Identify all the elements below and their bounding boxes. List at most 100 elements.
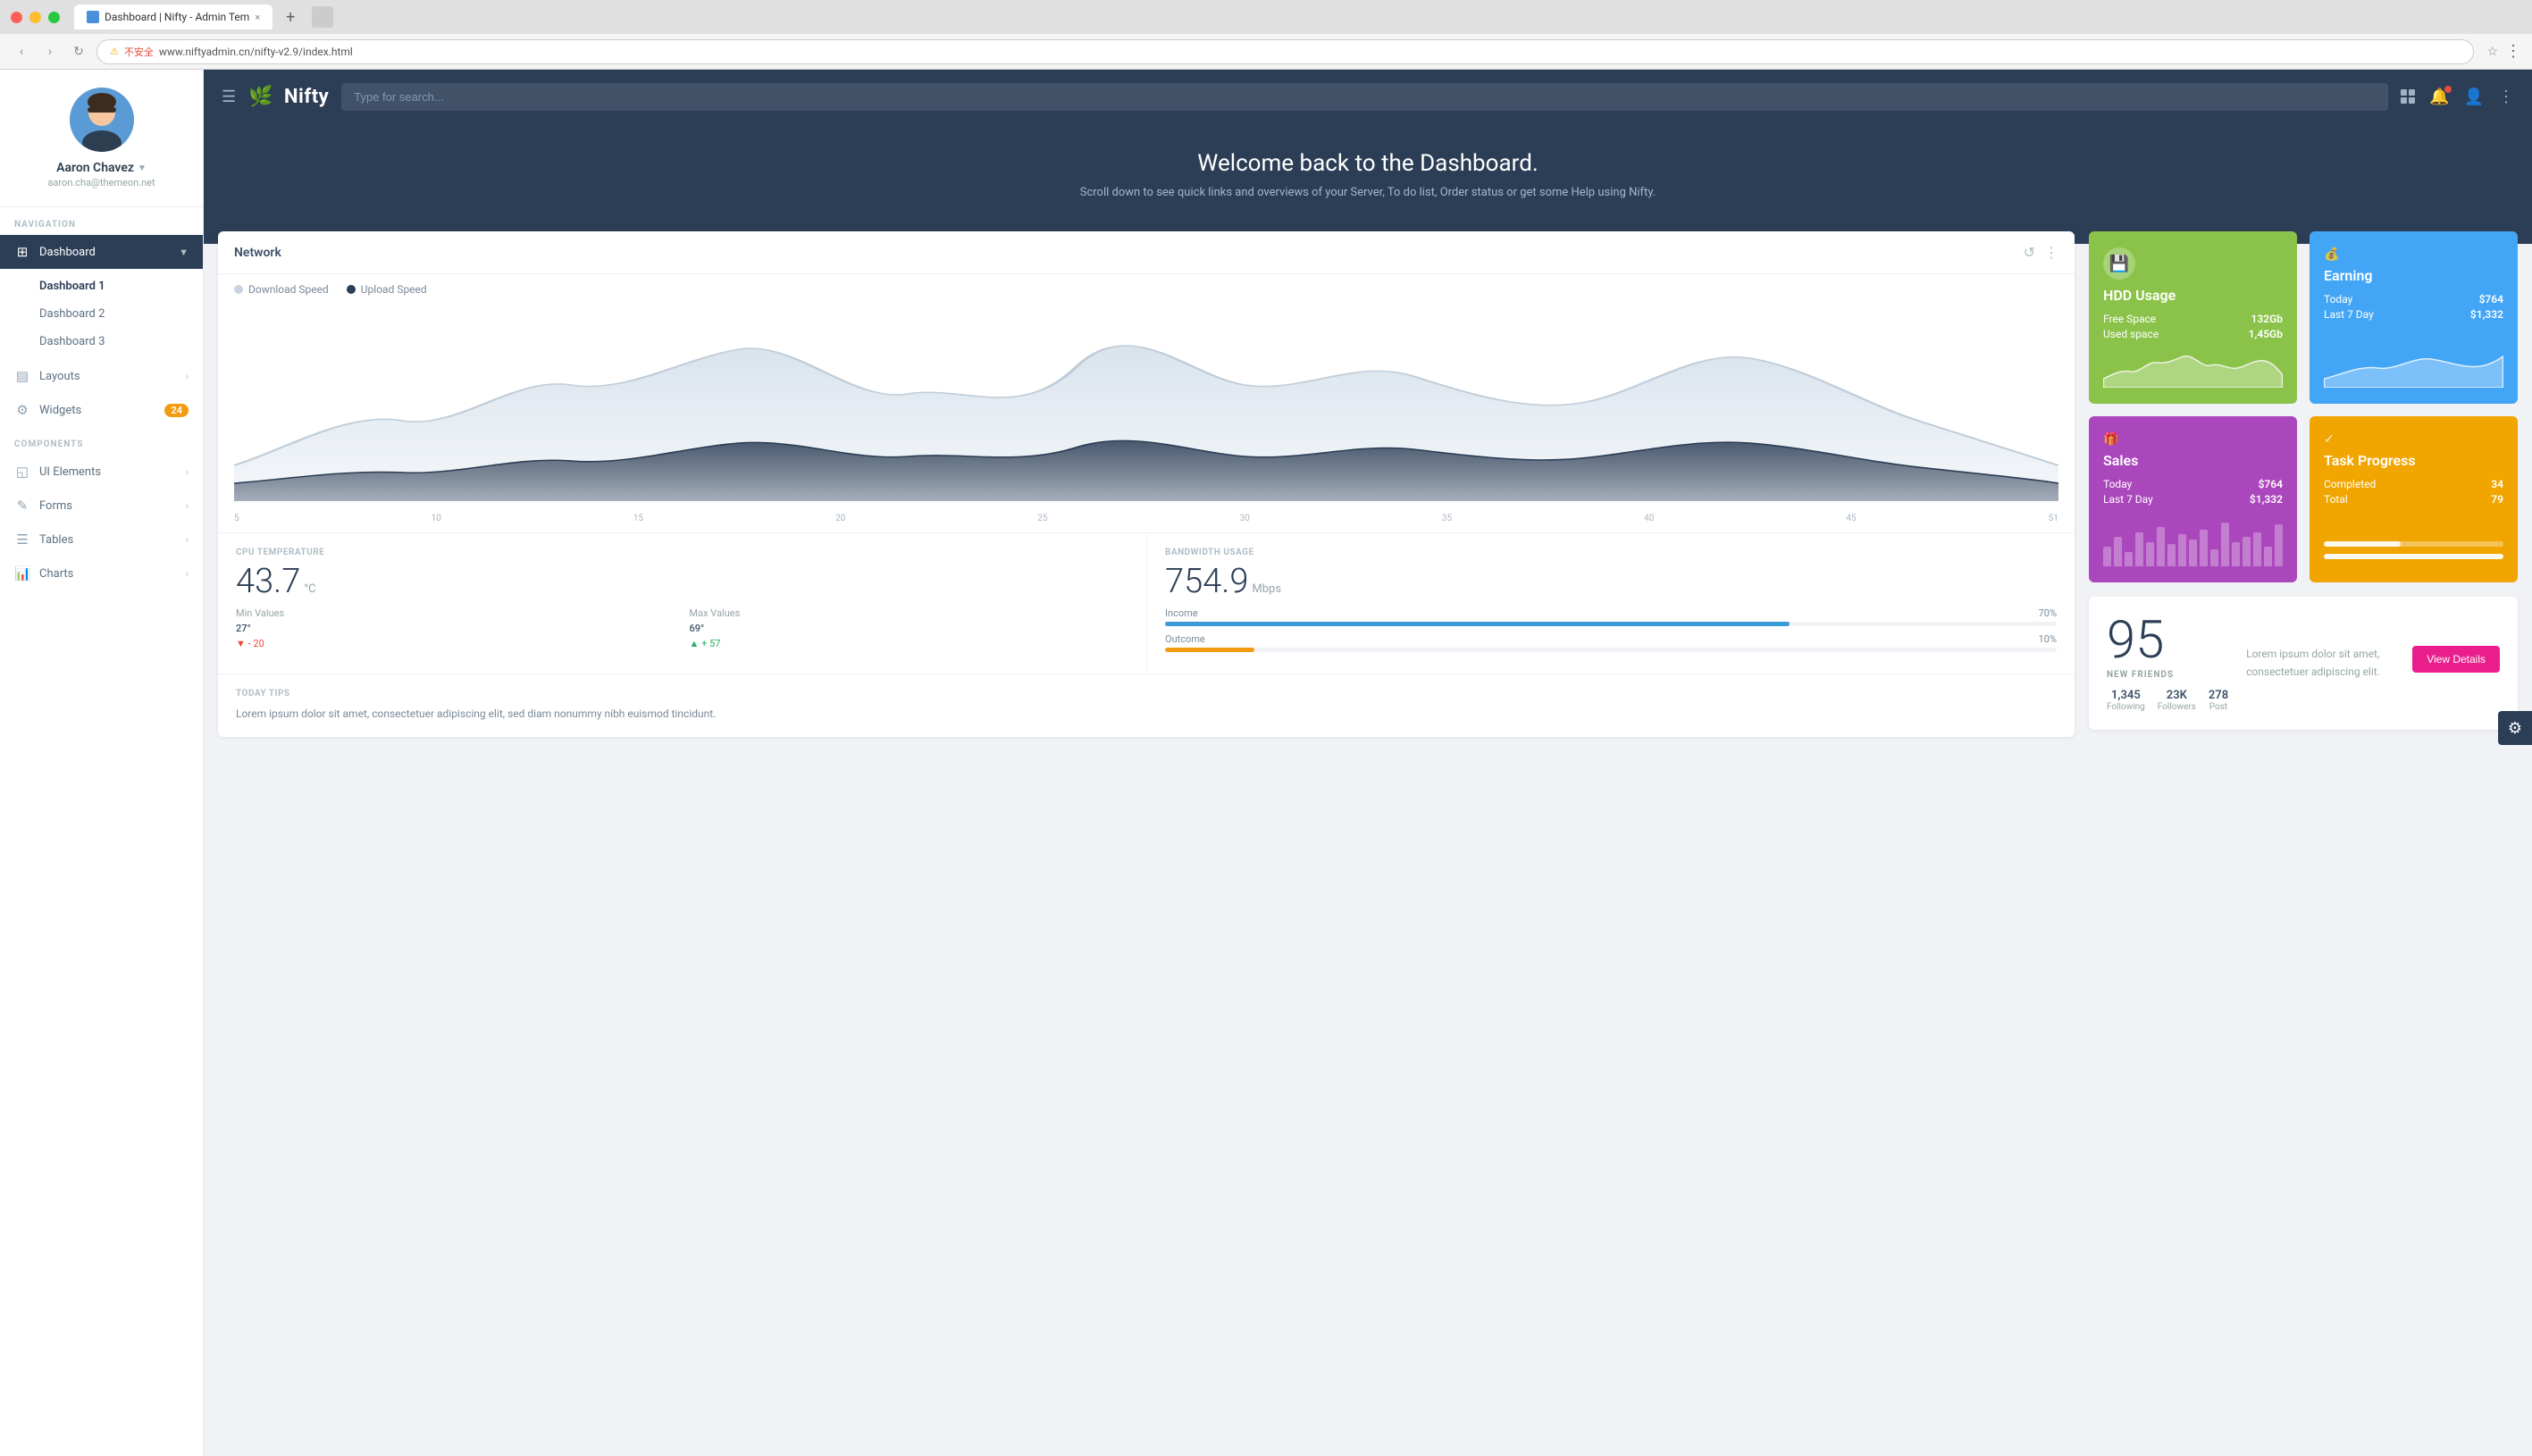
- nav-item-forms[interactable]: ✎ Forms ›: [0, 489, 203, 523]
- card-actions: ↺ ⋮: [2024, 244, 2058, 261]
- nav-sub-dashboard3[interactable]: Dashboard 3: [0, 328, 203, 356]
- right-column: 💾 HDD Usage Free Space 132Gb Used space …: [2089, 231, 2518, 737]
- nav-item-dashboard[interactable]: ⊞ Dashboard ▼: [0, 235, 203, 269]
- nav-item-charts[interactable]: 📊 Charts ›: [0, 556, 203, 590]
- nav-label-charts: Charts: [39, 567, 177, 581]
- outcome-label: Outcome: [1165, 633, 1205, 645]
- bar-2: [2114, 537, 2122, 566]
- stats-row: CPU TEMPERATURE 43.7 °C Min Values Max V…: [218, 532, 2075, 674]
- chart-label-45: 45: [1846, 514, 1856, 523]
- sales-week-label: Last 7 Day: [2103, 493, 2153, 506]
- task-completed-row: Completed 34: [2324, 478, 2503, 490]
- chart-label-20: 20: [835, 514, 845, 523]
- charts-arrow-icon: ›: [186, 568, 189, 580]
- chart-label-51: 51: [2049, 514, 2058, 523]
- view-details-button[interactable]: View Details: [2412, 646, 2500, 673]
- chart-label-30: 30: [1240, 514, 1250, 523]
- browser-minimize-dot[interactable]: [29, 12, 41, 23]
- user-profile-icon[interactable]: 👤: [2464, 88, 2484, 106]
- bandwidth-label: BANDWIDTH USAGE: [1165, 548, 2057, 557]
- search-input[interactable]: [341, 83, 2388, 111]
- following-val: 1,345: [2107, 689, 2145, 702]
- nav-label-layouts: Layouts: [39, 370, 177, 383]
- cpu-max-val: 69°: [690, 623, 1129, 634]
- bar-1: [2103, 547, 2111, 566]
- social-desc-section: Lorem ipsum dolor sit amet, consectetuer…: [2246, 646, 2398, 680]
- components-section-label: COMPONENTS: [0, 427, 203, 455]
- sales-today-val: $764: [2259, 478, 2283, 490]
- tab-close-button[interactable]: ×: [255, 12, 260, 23]
- chart-label-35: 35: [1442, 514, 1452, 523]
- notification-bell-icon[interactable]: 🔔: [2429, 88, 2449, 106]
- nav-item-ui-elements[interactable]: ◱ UI Elements ›: [0, 455, 203, 489]
- new-tab-button[interactable]: +: [280, 6, 301, 28]
- app-logo: 🌿 Nifty: [248, 86, 329, 108]
- grid-view-icon[interactable]: [2401, 89, 2415, 104]
- income-label-row: Income 70%: [1165, 607, 2057, 619]
- hdd-free-row: Free Space 132Gb: [2103, 313, 2283, 325]
- browser-maximize-dot[interactable]: [48, 12, 60, 23]
- user-profile-section: Aaron Chavez ▼ aaron.cha@themeon.net: [0, 70, 203, 207]
- tab-favicon: [87, 11, 99, 23]
- forward-button[interactable]: ›: [39, 41, 61, 63]
- upload-legend-item: Upload Speed: [347, 283, 427, 296]
- social-number-section: 95 NEW FRIENDS 1,345 Following 23K Follo…: [2107, 615, 2228, 712]
- browser-menu-icon[interactable]: ⋮: [2505, 42, 2521, 61]
- income-label: Income: [1165, 607, 1198, 619]
- task-total-bar-fill: [2324, 554, 2503, 559]
- bookmark-star-icon[interactable]: ☆: [2486, 45, 2498, 59]
- more-menu-icon[interactable]: ⋮: [2498, 88, 2514, 106]
- nav-section-label: NAVIGATION: [0, 207, 203, 235]
- nav-label-tables: Tables: [39, 533, 177, 547]
- nav-sub-dashboard1[interactable]: Dashboard 1: [0, 272, 203, 300]
- refresh-icon[interactable]: ↺: [2024, 244, 2035, 261]
- cpu-unit: °C: [304, 582, 315, 596]
- outcome-bar-background: [1165, 648, 2057, 652]
- tab-thumbnail: [312, 6, 333, 28]
- outcome-bar-row: Outcome 10%: [1165, 633, 2057, 652]
- more-options-icon[interactable]: ⋮: [2044, 244, 2058, 261]
- browser-close-dot[interactable]: [11, 12, 22, 23]
- settings-gear-button[interactable]: ⚙: [2498, 711, 2532, 745]
- bar-7: [2167, 544, 2176, 566]
- social-card: 95 NEW FRIENDS 1,345 Following 23K Follo…: [2089, 597, 2518, 730]
- task-top: ✓ Task Progress Completed 34 Total 79: [2324, 432, 2503, 508]
- nav-item-widgets[interactable]: ⚙ Widgets 24: [0, 393, 203, 427]
- network-chart-area: [218, 305, 2075, 514]
- hdd-used-label: Used space: [2103, 328, 2159, 340]
- sidebar: Aaron Chavez ▼ aaron.cha@themeon.net NAV…: [0, 70, 204, 1456]
- browser-tab[interactable]: Dashboard | Nifty - Admin Tem ×: [74, 4, 272, 29]
- nav-sub-dashboard2[interactable]: Dashboard 2: [0, 300, 203, 328]
- cpu-min-val: 27°: [236, 623, 675, 634]
- ui-elements-icon: ◱: [14, 464, 30, 480]
- forms-arrow-icon: ›: [186, 500, 189, 512]
- reload-button[interactable]: ↻: [68, 41, 89, 63]
- nav-item-tables[interactable]: ☰ Tables ›: [0, 523, 203, 556]
- address-bar[interactable]: ⚠ 不安全 www.niftyadmin.cn/nifty-v2.9/index…: [96, 39, 2474, 64]
- task-widget: ✓ Task Progress Completed 34 Total 79: [2310, 416, 2518, 582]
- bar-5: [2146, 542, 2154, 567]
- chart-label-40: 40: [1644, 514, 1654, 523]
- cpu-value-row: 43.7 °C: [236, 565, 1128, 598]
- nav-item-layouts[interactable]: ▤ Layouts ›: [0, 359, 203, 393]
- social-number: 95: [2107, 615, 2228, 666]
- upload-legend-dot: [347, 285, 356, 294]
- chart-x-labels: 5 10 15 20 25 30 35 40 45 51: [218, 514, 2075, 532]
- today-tips-label: TODAY TIPS: [236, 689, 2057, 699]
- bar-9: [2189, 540, 2197, 566]
- bar-13: [2232, 542, 2240, 567]
- bandwidth-value: 754.9: [1165, 565, 1248, 598]
- income-bar-fill: [1165, 622, 1790, 626]
- hamburger-menu-icon[interactable]: ☰: [222, 88, 236, 106]
- dashboard-submenu: Dashboard 1 Dashboard 2 Dashboard 3: [0, 269, 203, 359]
- browser-toolbar: ‹ › ↻ ⚠ 不安全 www.niftyadmin.cn/nifty-v2.9…: [0, 34, 2532, 70]
- task-completed-val: 34: [2491, 478, 2503, 490]
- network-card-header: Network ↺ ⋮: [218, 231, 2075, 274]
- back-button[interactable]: ‹: [11, 41, 32, 63]
- task-total-row: Total 79: [2324, 493, 2503, 506]
- network-card: Network ↺ ⋮ Download Speed Upload Speed: [218, 231, 2075, 737]
- earning-week-label: Last 7 Day: [2324, 308, 2374, 321]
- user-dropdown-arrow[interactable]: ▼: [138, 163, 147, 173]
- user-name-row[interactable]: Aaron Chavez ▼: [56, 161, 147, 175]
- user-name: Aaron Chavez: [56, 161, 134, 175]
